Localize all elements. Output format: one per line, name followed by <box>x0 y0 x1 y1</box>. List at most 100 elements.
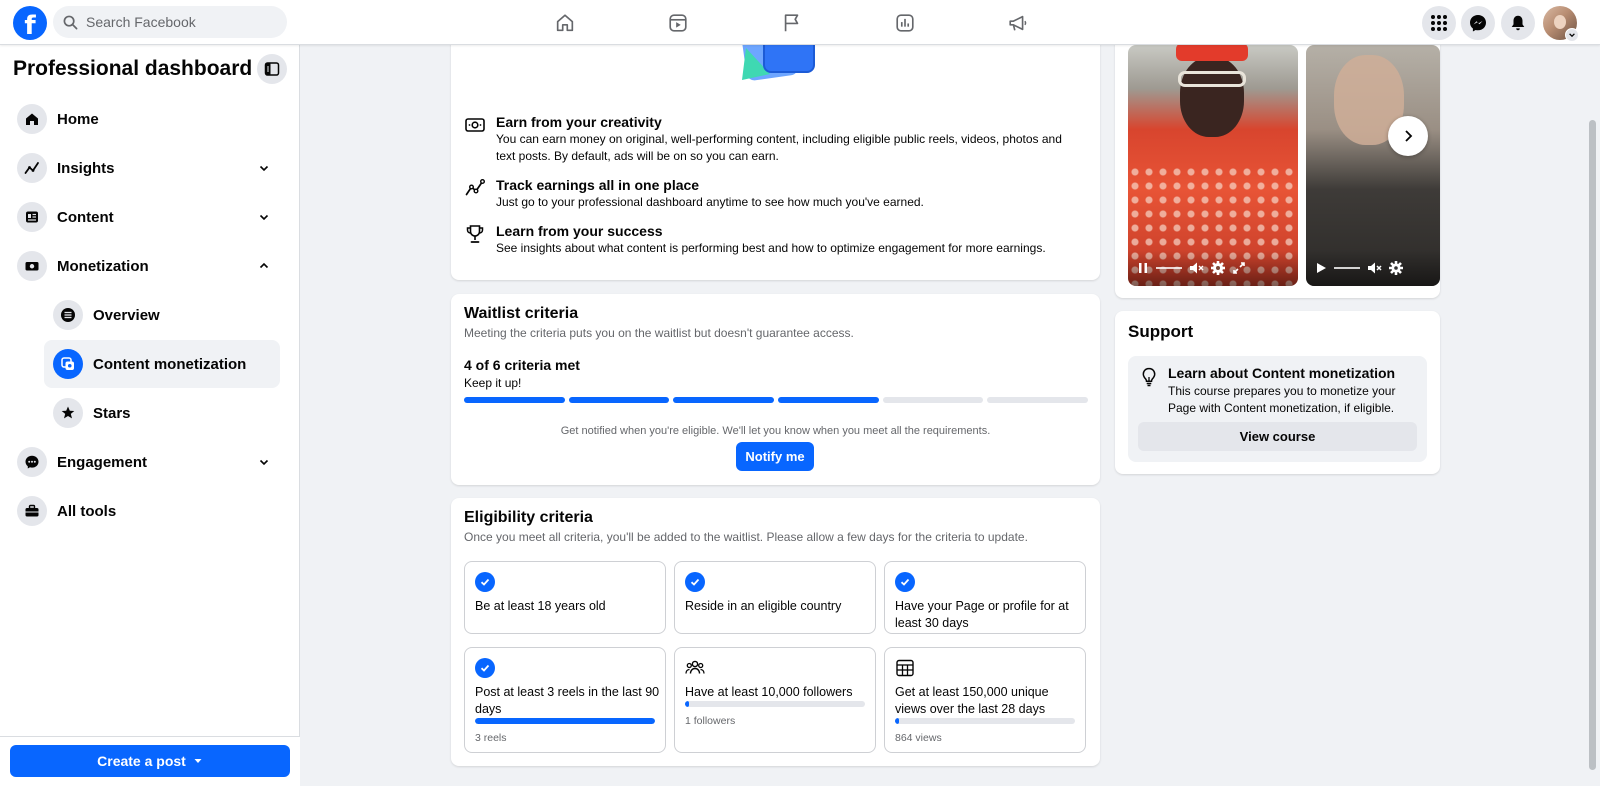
search-input[interactable] <box>86 14 276 30</box>
criterion-text: Post at least 3 reels in the last 90 day… <box>475 685 660 716</box>
lightbulb-icon <box>1138 366 1160 388</box>
messenger-icon[interactable] <box>1461 6 1495 40</box>
criterion-page-age: Have your Page or profile for at least 3… <box>884 561 1086 634</box>
course-description: This course prepares you to monetize you… <box>1168 384 1396 415</box>
search-box[interactable] <box>53 6 287 38</box>
waitlist-title: Waitlist criteria <box>464 305 579 322</box>
sidebar-item-label: Stars <box>93 404 131 422</box>
checkmark-icon <box>475 572 495 592</box>
encouragement-text: Keep it up! <box>464 376 522 390</box>
progress-segment <box>987 397 1089 403</box>
facebook-logo-letter: f <box>24 11 36 40</box>
play-icon[interactable] <box>1314 261 1328 275</box>
home-icon[interactable] <box>550 8 580 38</box>
trophy-icon <box>464 223 486 245</box>
insights-icon[interactable] <box>890 8 920 38</box>
mute-icon[interactable] <box>1188 260 1204 276</box>
notify-description: Get notified when you're eligible. We'll… <box>560 425 991 437</box>
top-navigation-bar: f <box>0 0 1600 45</box>
criterion-age: Be at least 18 years old <box>464 561 666 634</box>
waitlist-subtitle: Meeting the criteria puts you on the wai… <box>464 326 854 340</box>
facebook-logo[interactable]: f <box>13 6 47 40</box>
monetization-benefits-card: Earn from your creativity You can earn m… <box>451 27 1100 280</box>
criterion-progress-bar <box>685 701 865 707</box>
sidebar-item-insights[interactable]: Insights <box>8 144 284 192</box>
criterion-progress-note: 864 views <box>895 732 942 744</box>
create-post-label: Create a post <box>97 753 186 769</box>
criterion-progress-bar <box>895 718 1075 724</box>
mute-icon[interactable] <box>1366 260 1382 276</box>
sidebar-title: Professional dashboard <box>13 57 253 80</box>
home-icon <box>17 104 47 134</box>
settings-gear-icon[interactable] <box>1388 260 1404 276</box>
trend-icon <box>464 177 486 199</box>
pause-icon[interactable] <box>1136 261 1150 275</box>
table-icon <box>895 658 915 678</box>
support-card: Support Learn about Content monetization… <box>1115 311 1440 474</box>
settings-gear-icon[interactable] <box>1210 260 1226 276</box>
notifications-bell-icon[interactable] <box>1501 6 1535 40</box>
sidebar-item-label: Home <box>57 110 99 128</box>
sidebar-item-stars[interactable]: Stars <box>44 389 280 437</box>
toolbox-icon <box>17 496 47 526</box>
menu-grid-icon[interactable] <box>1422 6 1456 40</box>
video-icon[interactable] <box>663 8 693 38</box>
progress-segment <box>882 397 984 403</box>
create-post-button[interactable]: Create a post <box>10 745 290 777</box>
checkmark-icon <box>475 658 495 678</box>
sidebar-item-all-tools[interactable]: All tools <box>8 487 284 535</box>
sidebar-item-label: Content monetization <box>93 355 247 373</box>
progress-segment <box>778 397 879 403</box>
criteria-met-count: 4 of 6 criteria met <box>464 357 580 373</box>
benefit-track: Track earnings all in one place Just go … <box>464 176 1084 211</box>
sidebar-item-monetization[interactable]: Monetization <box>8 242 284 290</box>
criterion-progress-note: 3 reels <box>475 732 507 744</box>
criterion-views: Get at least 150,000 unique views over t… <box>884 647 1086 753</box>
criterion-progress-bar <box>475 718 655 724</box>
chevron-up-icon <box>254 256 274 276</box>
sidebar-item-label: All tools <box>57 502 117 520</box>
sidebar-item-content[interactable]: Content <box>8 193 284 241</box>
example-reels-card <box>1115 40 1440 298</box>
sidebar-item-overview[interactable]: Overview <box>44 291 280 339</box>
ads-megaphone-icon[interactable] <box>1003 8 1033 38</box>
monetization-icon <box>17 251 47 281</box>
criterion-text: Get at least 150,000 unique views over t… <box>895 685 1049 716</box>
sidebar-item-home[interactable]: Home <box>8 95 284 143</box>
fullscreen-icon[interactable] <box>1232 261 1246 275</box>
cash-icon <box>464 114 486 136</box>
support-title: Support <box>1128 322 1194 341</box>
benefit-description: You can earn money on original, well-per… <box>496 132 1062 163</box>
sidebar-item-content-monetization[interactable]: Content monetization <box>44 340 280 388</box>
page-scrollbar[interactable] <box>1585 45 1600 786</box>
video-progress-track[interactable] <box>1156 267 1182 269</box>
search-icon <box>63 15 78 29</box>
chevron-down-icon <box>254 158 274 178</box>
account-chevron-down-icon[interactable] <box>1565 28 1579 42</box>
criterion-progress-fill <box>685 701 689 707</box>
sidebar-item-label: Monetization <box>57 257 149 275</box>
reel-video-1[interactable] <box>1128 45 1298 286</box>
caret-down-icon <box>194 759 202 763</box>
scrollbar-thumb[interactable] <box>1589 120 1596 770</box>
course-box: Learn about Content monetization This co… <box>1128 356 1427 462</box>
notify-me-button[interactable]: Notify me <box>736 442 814 471</box>
criterion-followers: Have at least 10,000 followers 1 followe… <box>674 647 876 753</box>
monetization-illustration <box>726 27 826 85</box>
reel-video-2[interactable] <box>1306 45 1440 286</box>
insights-icon <box>17 153 47 183</box>
view-course-button[interactable]: View course <box>1138 422 1417 451</box>
list-icon <box>53 300 83 330</box>
person-head <box>1180 57 1244 137</box>
sidebar-collapse-icon[interactable] <box>257 54 287 84</box>
criterion-text: Be at least 18 years old <box>475 599 606 613</box>
sidebar-item-engagement[interactable]: Engagement <box>8 438 284 486</box>
criterion-country: Reside in an eligible country <box>674 561 876 634</box>
people-icon <box>685 658 705 678</box>
carousel-next-button[interactable] <box>1388 116 1428 156</box>
video-progress-track[interactable] <box>1334 267 1360 269</box>
pages-flag-icon[interactable] <box>777 8 807 38</box>
criterion-text: Have at least 10,000 followers <box>685 685 853 699</box>
sidebar-item-label: Content <box>57 208 114 226</box>
benefit-title: Learn from your success <box>496 223 663 239</box>
